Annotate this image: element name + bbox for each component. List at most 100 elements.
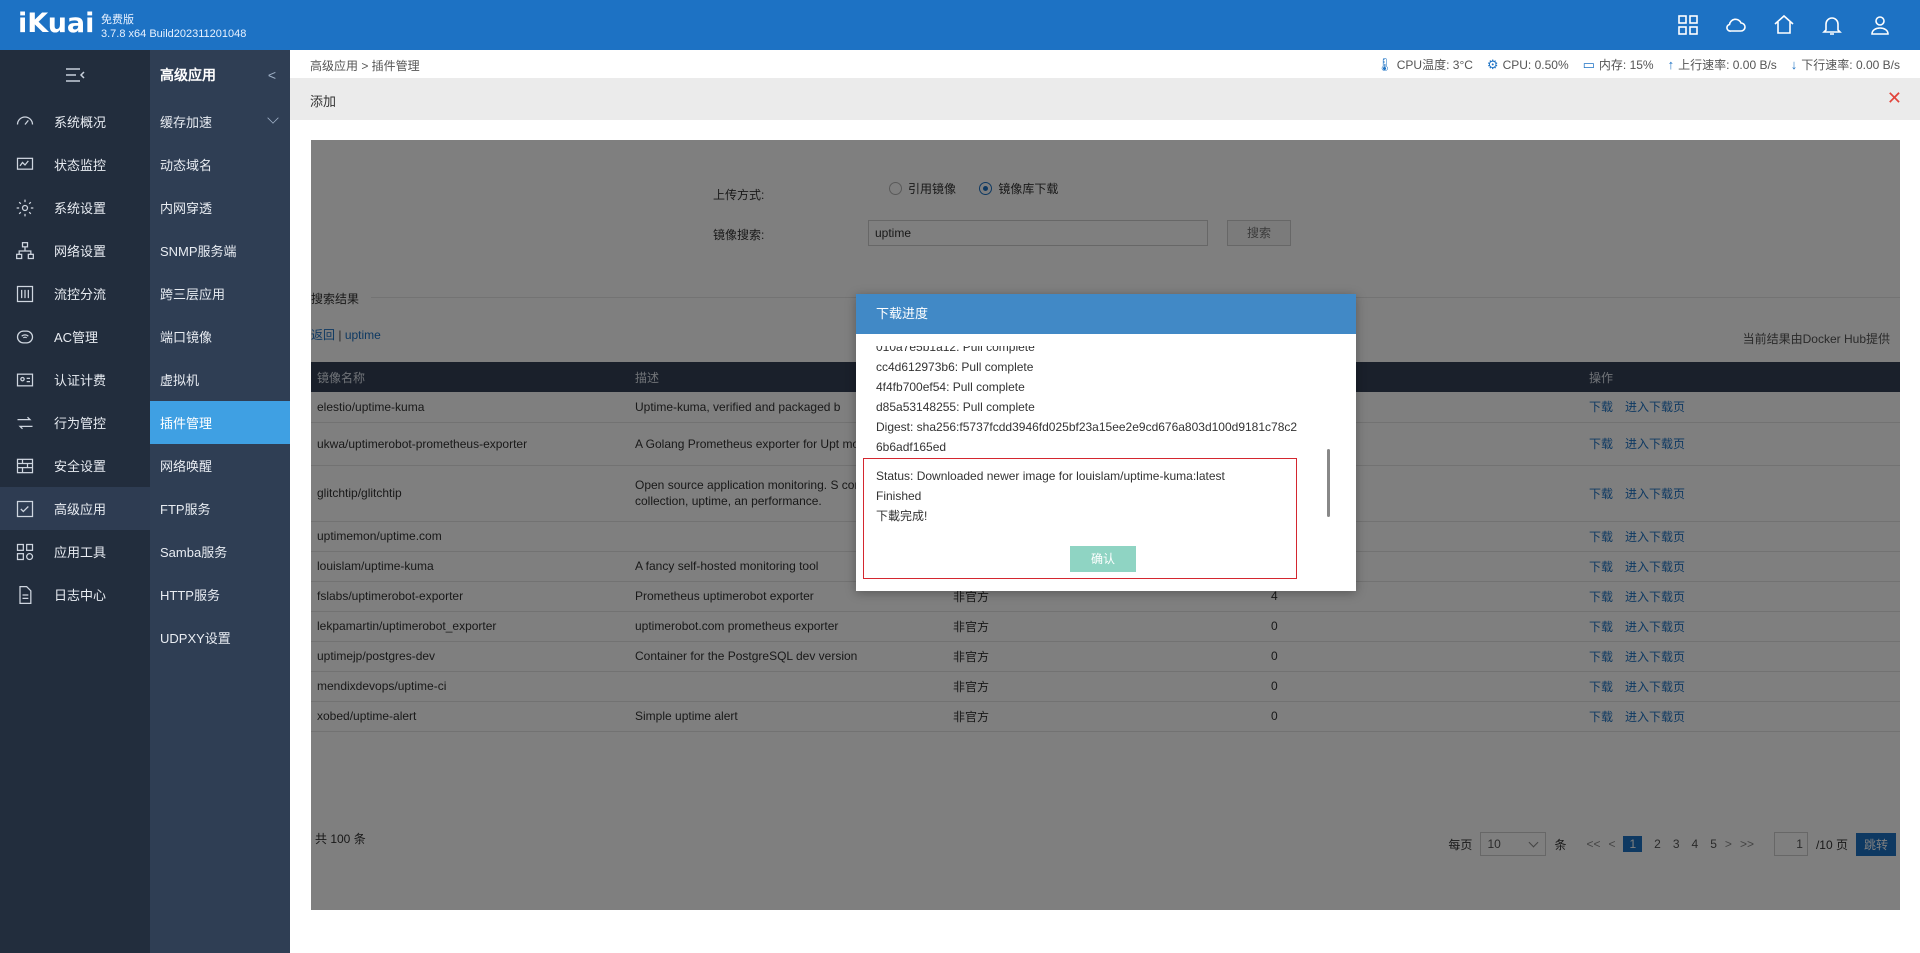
cpu-usage: ⚙ CPU: 0.50%	[1487, 56, 1569, 73]
sidebar-item-2[interactable]: 系统设置	[0, 186, 150, 229]
subnav-item-0[interactable]: 缓存加速	[150, 100, 290, 143]
status-bar: 高级应用 > 插件管理 🌡 CPU温度: 3°C ⚙ CPU: 0.50% ▭ 内存:…	[290, 50, 1920, 78]
done-line: 下載完成!	[876, 509, 928, 523]
upload-rate: ↑ 上行速率: 0.00 B/s	[1668, 56, 1777, 73]
log-line: d85a53148255: Pull complete	[876, 400, 1035, 414]
sidebar-item-label: 高级应用	[54, 502, 107, 517]
sidebar-item-label: 认证计费	[54, 373, 107, 388]
cpu-value: CPU: 0.50%	[1502, 57, 1569, 72]
log-line: 010a7e5b1a12: Pull complete	[876, 346, 1035, 354]
build-label: 3.7.8 x64 Build202311201048	[101, 28, 247, 40]
subnav-item-1[interactable]: 动态域名	[150, 143, 290, 186]
monitor-icon: ▭	[1582, 56, 1595, 72]
subnav-item-2[interactable]: 内网穿透	[150, 186, 290, 229]
sidebar-item-10[interactable]: 应用工具	[0, 530, 150, 573]
sidebar-item-9[interactable]: 高级应用	[0, 487, 150, 530]
subnav-item-10[interactable]: Samba服务	[150, 530, 290, 573]
subnav-item-7[interactable]: 插件管理	[150, 401, 290, 444]
subnav-item-4[interactable]: 跨三层应用	[150, 272, 290, 315]
subnav-item-11[interactable]: HTTP服务	[150, 573, 290, 616]
wifi-icon	[14, 326, 36, 348]
subnav-item-9[interactable]: FTP服务	[150, 487, 290, 530]
subnav-item-label: 端口镜像	[160, 330, 213, 345]
sidebar-item-label: AC管理	[54, 330, 99, 345]
subnav-title: 高级应用 <	[150, 50, 290, 100]
menu-toggle-icon[interactable]	[0, 50, 150, 100]
arrows-icon	[14, 412, 36, 434]
subnav-item-label: 网络唤醒	[160, 459, 213, 474]
sidebar-item-3[interactable]: 网络设置	[0, 229, 150, 272]
confirm-button[interactable]: 确认	[1070, 546, 1136, 572]
chevron-down-icon	[267, 112, 279, 124]
sub-sidebar: 高级应用 < 缓存加速动态域名内网穿透 SNMP服务端 跨三层应用端口镜像虚拟机 插件…	[150, 50, 290, 953]
subnav-item-5[interactable]: 端口镜像	[150, 315, 290, 358]
document-icon	[14, 584, 36, 606]
subnav-item-6[interactable]: 虚拟机	[150, 358, 290, 401]
sidebar-item-8[interactable]: 安全设置	[0, 444, 150, 487]
logo: iKuai	[18, 8, 95, 39]
log-line: cc4d612973b6: Pull complete	[876, 360, 1034, 374]
sidebar-item-7[interactable]: 行为管控	[0, 401, 150, 444]
subnav-item-label: FTP服务	[160, 502, 211, 517]
download-progress-modal: 下载进度 010a7e5b1a12: Pull complete cc4d6129…	[856, 294, 1356, 591]
chip-icon: ⚙	[1486, 56, 1499, 72]
subnav-item-label: SNMP服务端	[160, 244, 237, 259]
bell-icon[interactable]	[1820, 13, 1844, 37]
main-sidebar: 系统概况状态监控系统设置网络设置流控分流 AC管理认证计费行为管控安全设置高级应用…	[0, 50, 150, 953]
cloud-icon[interactable]	[1724, 13, 1748, 37]
log-line: 6b6adf165ed	[876, 440, 947, 454]
monitor-icon	[14, 154, 36, 176]
sidebar-item-4[interactable]: 流控分流	[0, 272, 150, 315]
cpu-temp: 🌡 CPU温度: 3°C	[1376, 56, 1473, 73]
subnav-item-label: UDPXY设置	[160, 631, 231, 646]
sidebar-item-1[interactable]: 状态监控	[0, 143, 150, 186]
arrow-down-icon: ↓	[1790, 57, 1798, 72]
close-icon[interactable]: ✕	[1887, 88, 1902, 109]
collapse-icon[interactable]: <	[268, 67, 276, 83]
firewall-icon	[14, 455, 36, 477]
download-log: 010a7e5b1a12: Pull complete cc4d612973b6:…	[876, 346, 1331, 458]
mem-value: 内存: 15%	[1598, 58, 1654, 72]
log-line: Digest: sha256:f5737fcdd3946fd025bf23a15…	[876, 420, 1298, 434]
sidebar-item-11[interactable]: 日志中心	[0, 573, 150, 616]
down-value: 下行速率: 0.00 B/s	[1801, 58, 1900, 72]
subnav-item-label: 动态域名	[160, 158, 213, 173]
sidebar-item-0[interactable]: 系统概况	[0, 100, 150, 143]
network-icon	[14, 240, 36, 262]
download-rate: ↓ 下行速率: 0.00 B/s	[1791, 56, 1900, 73]
sidebar-item-5[interactable]: AC管理	[0, 315, 150, 358]
log-scrollbar[interactable]	[1327, 449, 1330, 517]
sidebar-item-label: 行为管控	[54, 416, 107, 431]
sidebar-item-label: 状态监控	[54, 158, 107, 173]
status-line: Status: Downloaded newer image for louis…	[876, 469, 1225, 483]
home-icon[interactable]	[1772, 13, 1796, 37]
log-line: 4f4fb700ef54: Pull complete	[876, 380, 1025, 394]
subnav-item-8[interactable]: 网络唤醒	[150, 444, 290, 487]
sidebar-item-label: 应用工具	[54, 545, 107, 560]
gear-icon	[14, 197, 36, 219]
subnav-item-label: 缓存加速	[160, 115, 213, 130]
sidebar-item-label: 流控分流	[54, 287, 107, 302]
subnav-item-3[interactable]: SNMP服务端	[150, 229, 290, 272]
top-bar: iKuai 免费版 3.7.8 x64 Build202311201048	[0, 0, 1920, 50]
arrow-up-icon: ↑	[1667, 57, 1675, 72]
subnav-item-label: 跨三层应用	[160, 287, 226, 302]
thermometer-icon: 🌡	[1376, 56, 1393, 72]
sidebar-item-label: 系统概况	[54, 115, 107, 130]
sidebar-item-label: 系统设置	[54, 201, 107, 216]
edition-label: 免费版	[101, 14, 134, 26]
user-icon[interactable]	[1868, 13, 1892, 37]
subnav-item-label: HTTP服务	[160, 588, 220, 603]
cpu-temp-value: CPU温度: 3°C	[1396, 58, 1473, 72]
version-info: 免费版 3.7.8 x64 Build202311201048	[101, 13, 246, 41]
dashboard-icon	[14, 111, 36, 133]
subnav-item-12[interactable]: UDPXY设置	[150, 616, 290, 659]
finished-line: Finished	[876, 489, 922, 503]
sidebar-item-label: 网络设置	[54, 244, 107, 259]
apps-grid-icon[interactable]	[1676, 13, 1700, 37]
tools-icon	[14, 541, 36, 563]
status-block: Status: Downloaded newer image for louis…	[876, 466, 1225, 526]
subnav-title-text: 高级应用	[160, 67, 216, 83]
sidebar-item-6[interactable]: 认证计费	[0, 358, 150, 401]
checklist-icon	[14, 498, 36, 520]
